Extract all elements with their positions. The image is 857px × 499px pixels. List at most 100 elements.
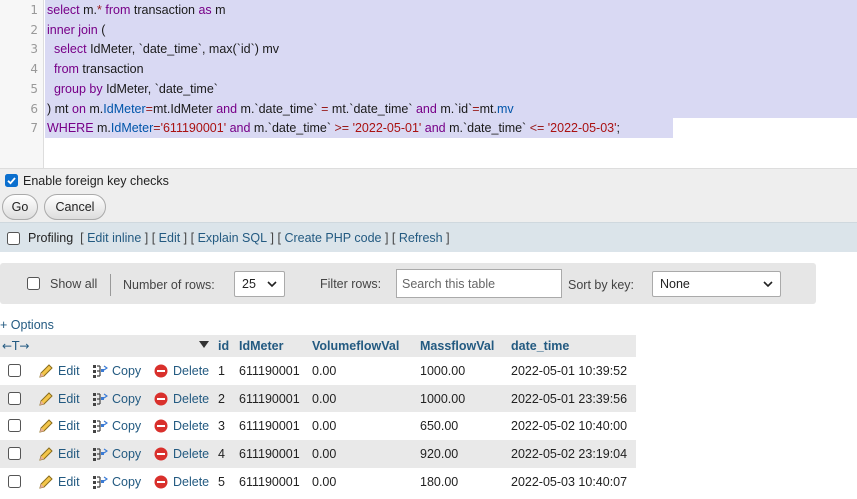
cell-date-time: 2022-05-01 10:39:52 bbox=[511, 364, 628, 378]
code-token: mv bbox=[496, 101, 514, 116]
row-checkbox[interactable] bbox=[8, 474, 21, 488]
show-all-checkbox[interactable] bbox=[27, 277, 40, 290]
row-checkbox[interactable] bbox=[8, 447, 21, 461]
edit-row-link[interactable]: Edit bbox=[58, 474, 80, 490]
edit-query-link[interactable]: Edit bbox=[159, 231, 181, 245]
cell-idmeter: 611190001 bbox=[239, 419, 300, 434]
code-token: ) bbox=[47, 101, 55, 116]
code-token: IdMeter bbox=[103, 101, 146, 116]
cancel-button[interactable]: Cancel bbox=[44, 194, 106, 220]
code-token: and bbox=[421, 121, 450, 136]
pencil-icon[interactable] bbox=[38, 363, 54, 379]
filter-rows-input[interactable]: Search this table bbox=[396, 269, 562, 298]
cell-id: 4 bbox=[218, 447, 225, 462]
copy-row-link[interactable]: Copy bbox=[112, 418, 141, 434]
chevron-down-icon bbox=[763, 281, 773, 288]
pencil-icon[interactable] bbox=[38, 446, 54, 462]
cell-massflowval: 650.00 bbox=[420, 419, 459, 434]
code-token: and bbox=[216, 101, 241, 116]
column-header-date-time[interactable]: date_time bbox=[511, 338, 569, 354]
delete-icon[interactable] bbox=[153, 474, 169, 490]
foreign-key-checkbox[interactable] bbox=[5, 174, 18, 187]
code-token: from bbox=[101, 3, 134, 17]
edit-row-link[interactable]: Edit bbox=[58, 391, 80, 407]
rows-select-value: 25 bbox=[242, 277, 256, 291]
column-header-idmeter[interactable]: IdMeter bbox=[239, 338, 283, 354]
copy-icon[interactable] bbox=[92, 446, 108, 462]
edit-row-link[interactable]: Edit bbox=[58, 418, 80, 434]
copy-icon[interactable] bbox=[92, 391, 108, 407]
copy-icon[interactable] bbox=[92, 418, 108, 434]
cell-date-time: 2022-05-02 23:19:04 bbox=[511, 447, 628, 462]
go-button[interactable]: Go bbox=[2, 194, 38, 220]
code-token: mv bbox=[262, 42, 280, 57]
copy-row-link[interactable]: Copy bbox=[112, 391, 141, 407]
edit-row-link[interactable]: Edit bbox=[58, 363, 80, 379]
profiling-checkbox[interactable] bbox=[7, 232, 20, 245]
copy-icon[interactable] bbox=[92, 363, 108, 379]
cell-massflowval: 180.00 bbox=[420, 474, 459, 489]
code-line: from transaction bbox=[47, 59, 144, 79]
pencil-icon[interactable] bbox=[38, 391, 54, 407]
edit-row-link[interactable]: Edit bbox=[58, 446, 80, 462]
cell-idmeter: 611190001 bbox=[239, 447, 300, 462]
cell-volumeflowval: 0.00 bbox=[312, 419, 337, 434]
code-token: ; bbox=[616, 121, 620, 136]
sql-editor[interactable]: 1 2 3 4 5 6 7 select m.* from transaction as m… bbox=[0, 0, 857, 168]
delete-icon[interactable] bbox=[153, 363, 169, 379]
code-area[interactable]: select m.* from transaction as m inner jo… bbox=[45, 0, 857, 168]
copy-row-link[interactable]: Copy bbox=[112, 474, 141, 490]
cell-idmeter: 611190001 bbox=[239, 474, 300, 489]
copy-row-link[interactable]: Copy bbox=[112, 446, 141, 462]
cell-massflowval: 920.00 bbox=[420, 447, 459, 462]
row-checkbox[interactable] bbox=[8, 419, 21, 433]
show-all-label: Show all bbox=[50, 277, 98, 291]
code-token: transaction bbox=[133, 3, 199, 17]
edit-inline-link[interactable]: Edit inline bbox=[87, 231, 141, 245]
code-line: select IdMeter, `date_time`, max(`id`) m… bbox=[47, 39, 279, 59]
sort-by-key-select[interactable]: None bbox=[652, 271, 781, 297]
refresh-link[interactable]: Refresh bbox=[399, 231, 443, 245]
row-checkbox[interactable] bbox=[8, 391, 21, 405]
code-token: = bbox=[145, 101, 153, 116]
delete-row-link[interactable]: Delete bbox=[173, 363, 209, 379]
code-token: = bbox=[472, 101, 480, 116]
code-token: transaction bbox=[82, 62, 144, 77]
column-header-massflowval[interactable]: MassflowVal bbox=[420, 338, 494, 354]
create-php-code-link[interactable]: Create PHP code bbox=[284, 231, 381, 245]
delete-row-link[interactable]: Delete bbox=[173, 391, 209, 407]
code-token: , bbox=[201, 42, 209, 57]
delete-icon[interactable] bbox=[153, 446, 169, 462]
code-line: select m.* from transaction as m bbox=[47, 0, 226, 20]
profiling-label: Profiling bbox=[28, 231, 74, 245]
explain-sql-link[interactable]: Explain SQL bbox=[198, 231, 267, 245]
cell-volumeflowval: 0.00 bbox=[312, 391, 337, 406]
line-number: 4 bbox=[30, 62, 38, 77]
rows-select[interactable]: 25 bbox=[234, 271, 285, 297]
options-link[interactable]: + Options bbox=[0, 317, 54, 333]
delete-row-link[interactable]: Delete bbox=[173, 446, 209, 462]
delete-row-link[interactable]: Delete bbox=[173, 418, 209, 434]
nav-divider bbox=[110, 274, 111, 296]
column-resize-arrows-icon[interactable]: ←T→ bbox=[2, 339, 29, 353]
code-token: m. bbox=[89, 101, 104, 116]
delete-row-link[interactable]: Delete bbox=[173, 474, 209, 490]
line-number: 7 bbox=[30, 121, 38, 136]
pencil-icon[interactable] bbox=[38, 418, 54, 434]
column-header-id[interactable]: id bbox=[218, 338, 229, 354]
delete-icon[interactable] bbox=[153, 391, 169, 407]
row-checkbox[interactable] bbox=[8, 364, 21, 377]
cell-massflowval: 1000.00 bbox=[420, 391, 466, 406]
sort-triangle-icon[interactable] bbox=[199, 341, 209, 349]
copy-row-link[interactable]: Copy bbox=[112, 363, 141, 379]
code-line: inner join ( bbox=[47, 20, 105, 40]
code-line: ) mt on m.IdMeter=mt.IdMeter and m.`date… bbox=[47, 99, 514, 119]
pencil-icon[interactable] bbox=[38, 474, 54, 490]
code-token: mt.`date_time` bbox=[331, 101, 416, 116]
copy-icon[interactable] bbox=[92, 474, 108, 490]
delete-icon[interactable] bbox=[153, 418, 169, 434]
code-token: m.`date_time` bbox=[449, 121, 530, 136]
code-line: WHERE m.IdMeter='611190001' and m.`date_… bbox=[47, 118, 620, 138]
code-token: = bbox=[321, 101, 332, 116]
column-header-volumeflowval[interactable]: VolumeflowVal bbox=[312, 338, 399, 354]
